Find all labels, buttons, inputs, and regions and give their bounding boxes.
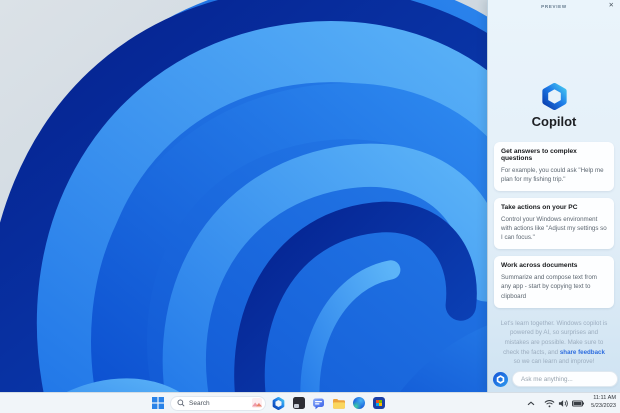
search-highlight-icon[interactable] [252,398,262,408]
microsoft-store-icon [373,397,385,409]
suggestion-cards: Get answers to complex questions For exa… [494,142,614,308]
card-title: Take actions on your PC [501,204,607,211]
card-work-across-documents[interactable]: Work across documents Summarize and comp… [494,256,614,307]
search-label: Search [189,400,248,407]
card-body: Summarize and compose text from any app … [501,273,607,301]
disclaimer-after: so we can learn and improve! [514,358,595,365]
quick-settings-button[interactable] [542,397,586,410]
close-icon[interactable]: ✕ [608,2,615,11]
card-get-answers[interactable]: Get answers to complex questions For exa… [494,142,614,191]
copilot-title: Copilot [488,114,620,129]
card-title: Work across documents [501,262,607,269]
search-icon [177,399,185,407]
chevron-up-icon [527,401,535,406]
windows-logo-icon [152,397,164,409]
card-body: For example, you could ask "Help me plan… [501,166,607,185]
clock-date: 5/23/2023 [591,403,616,411]
edge-button[interactable] [351,396,366,411]
speaker-icon [558,399,569,408]
clock[interactable]: 11:11 AM 5/23/2023 [591,395,616,410]
clock-time: 11:11 AM [593,395,616,403]
battery-icon [572,400,584,407]
task-view-icon [293,397,305,409]
copilot-panel-header: PREVIEW ✕ [488,0,620,13]
microsoft-store-button[interactable] [371,396,386,411]
card-body: Control your Windows environment with ac… [501,215,607,243]
task-view-button[interactable] [291,396,306,411]
system-tray: 11:11 AM 5/23/2023 [525,393,616,413]
share-feedback-link[interactable]: share feedback [560,349,605,356]
copilot-icon [272,397,285,410]
disclaimer-text: Let's learn together. Windows copilot is… [499,319,609,367]
chat-icon [312,397,325,410]
card-take-actions[interactable]: Take actions on your PC Control your Win… [494,198,614,249]
wifi-icon [544,399,555,408]
preview-badge: PREVIEW [488,4,620,9]
chat-button[interactable] [311,396,326,411]
taskbar: Search [0,392,620,413]
file-explorer-icon [332,398,345,409]
start-button[interactable] [150,396,165,411]
card-title: Get answers to complex questions [501,148,607,162]
ask-input[interactable] [512,371,618,387]
taskbar-copilot-button[interactable] [271,396,286,411]
copilot-panel: PREVIEW ✕ Copilot Get answers to complex… [487,0,620,392]
edge-icon [353,397,365,409]
hidden-icons-button[interactable] [525,399,537,408]
copilot-logo-icon [541,83,568,110]
desktop: PREVIEW ✕ Copilot Get answers to complex… [0,0,620,413]
copilot-avatar-icon [493,372,508,387]
ask-row [493,371,615,387]
taskbar-pinned-group: Search [150,393,386,413]
search-input[interactable]: Search [170,396,266,411]
file-explorer-button[interactable] [331,396,346,411]
